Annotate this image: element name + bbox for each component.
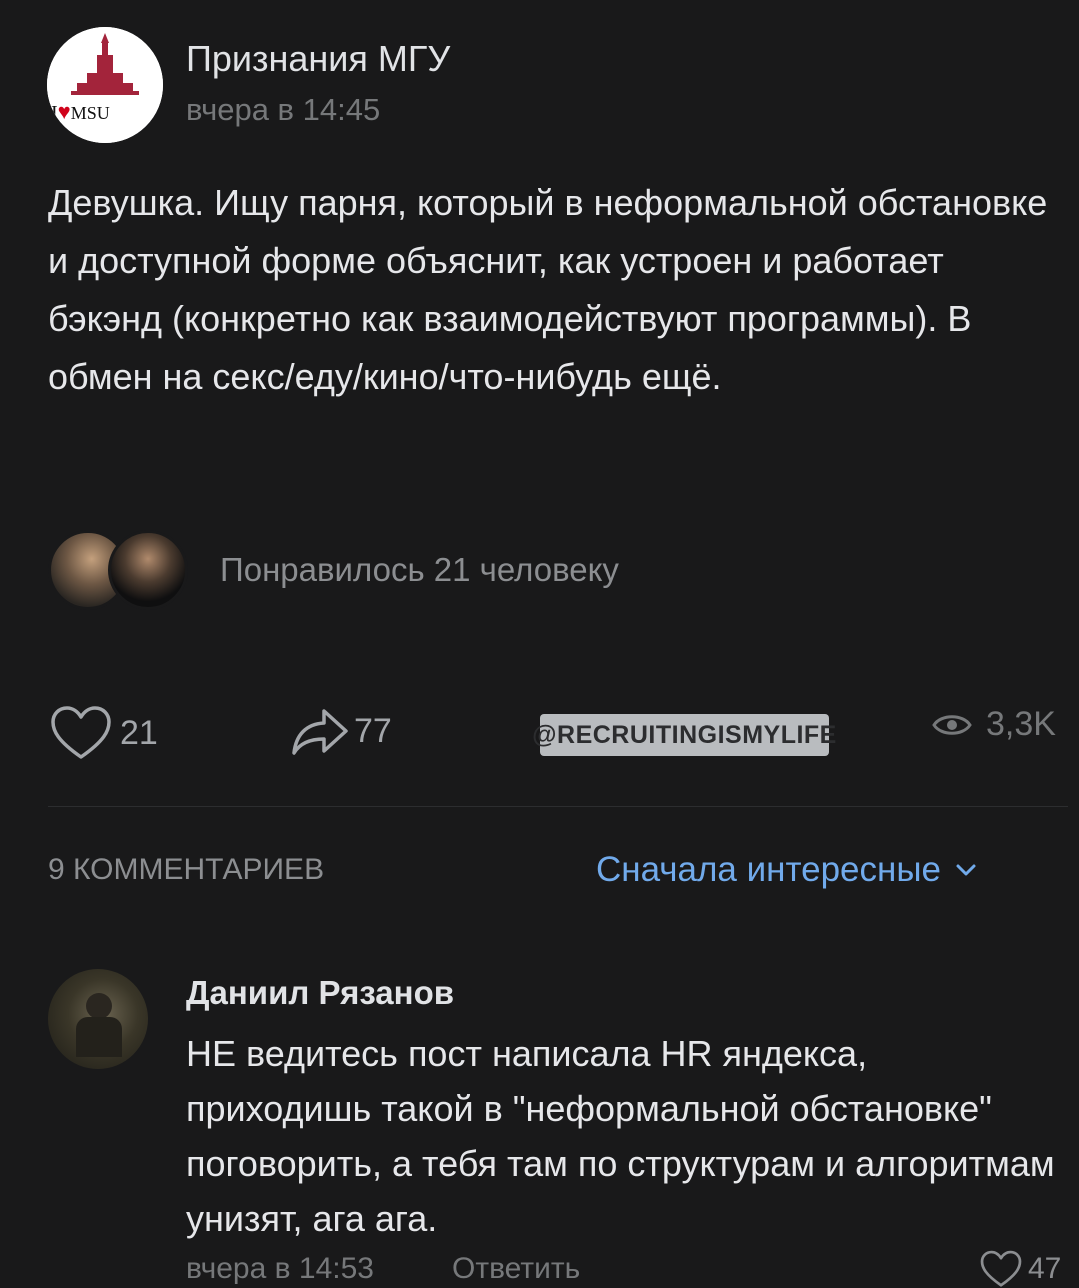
like-count: 21 bbox=[120, 713, 158, 752]
liked-by-text[interactable]: Понравилось 21 человеку bbox=[220, 551, 619, 589]
post-text: Девушка. Ищу парня, который в неформальн… bbox=[48, 182, 1048, 397]
comment-author-name[interactable]: Даниил Рязанов bbox=[186, 974, 454, 1012]
eye-icon bbox=[932, 714, 972, 735]
comment-like-button[interactable]: 47 bbox=[980, 1250, 1061, 1288]
share-icon bbox=[292, 709, 348, 755]
likers-avatars[interactable] bbox=[48, 530, 198, 610]
share-count: 77 bbox=[354, 711, 392, 750]
msu-logo-icon bbox=[47, 27, 163, 143]
reply-button[interactable]: Ответить bbox=[452, 1252, 580, 1286]
sort-label: Сначала интересные bbox=[596, 850, 941, 889]
heart-icon bbox=[51, 706, 111, 759]
watermark-label: @RECRUITINGISMYLIFE bbox=[532, 714, 836, 756]
views-count: 3,3K bbox=[986, 705, 1056, 743]
like-button[interactable]: 21 bbox=[50, 705, 158, 761]
comment-text: НЕ ведитесь пост написала HR яндекса, пр… bbox=[186, 1033, 1055, 1239]
comment-author-avatar[interactable] bbox=[48, 969, 148, 1069]
liker-avatar bbox=[108, 530, 188, 610]
logo-text: I♥MSU bbox=[51, 99, 110, 124]
divider bbox=[48, 806, 1068, 807]
comments-sort-dropdown[interactable]: Сначала интересные bbox=[596, 850, 977, 890]
comments-count: 9 КОММЕНТАРИЕВ bbox=[48, 853, 325, 886]
comment-like-count: 47 bbox=[1028, 1252, 1062, 1285]
comment-time[interactable]: вчера в 14:53 bbox=[186, 1252, 374, 1286]
heart-icon bbox=[980, 1250, 1022, 1287]
share-button[interactable]: 77 bbox=[290, 705, 392, 757]
post-time[interactable]: вчера в 14:45 bbox=[186, 92, 380, 128]
community-avatar[interactable]: I♥MSU bbox=[47, 27, 163, 143]
community-name[interactable]: Признания МГУ bbox=[186, 38, 450, 80]
views-counter: 3,3K bbox=[932, 705, 1056, 744]
chevron-down-icon bbox=[956, 864, 976, 876]
